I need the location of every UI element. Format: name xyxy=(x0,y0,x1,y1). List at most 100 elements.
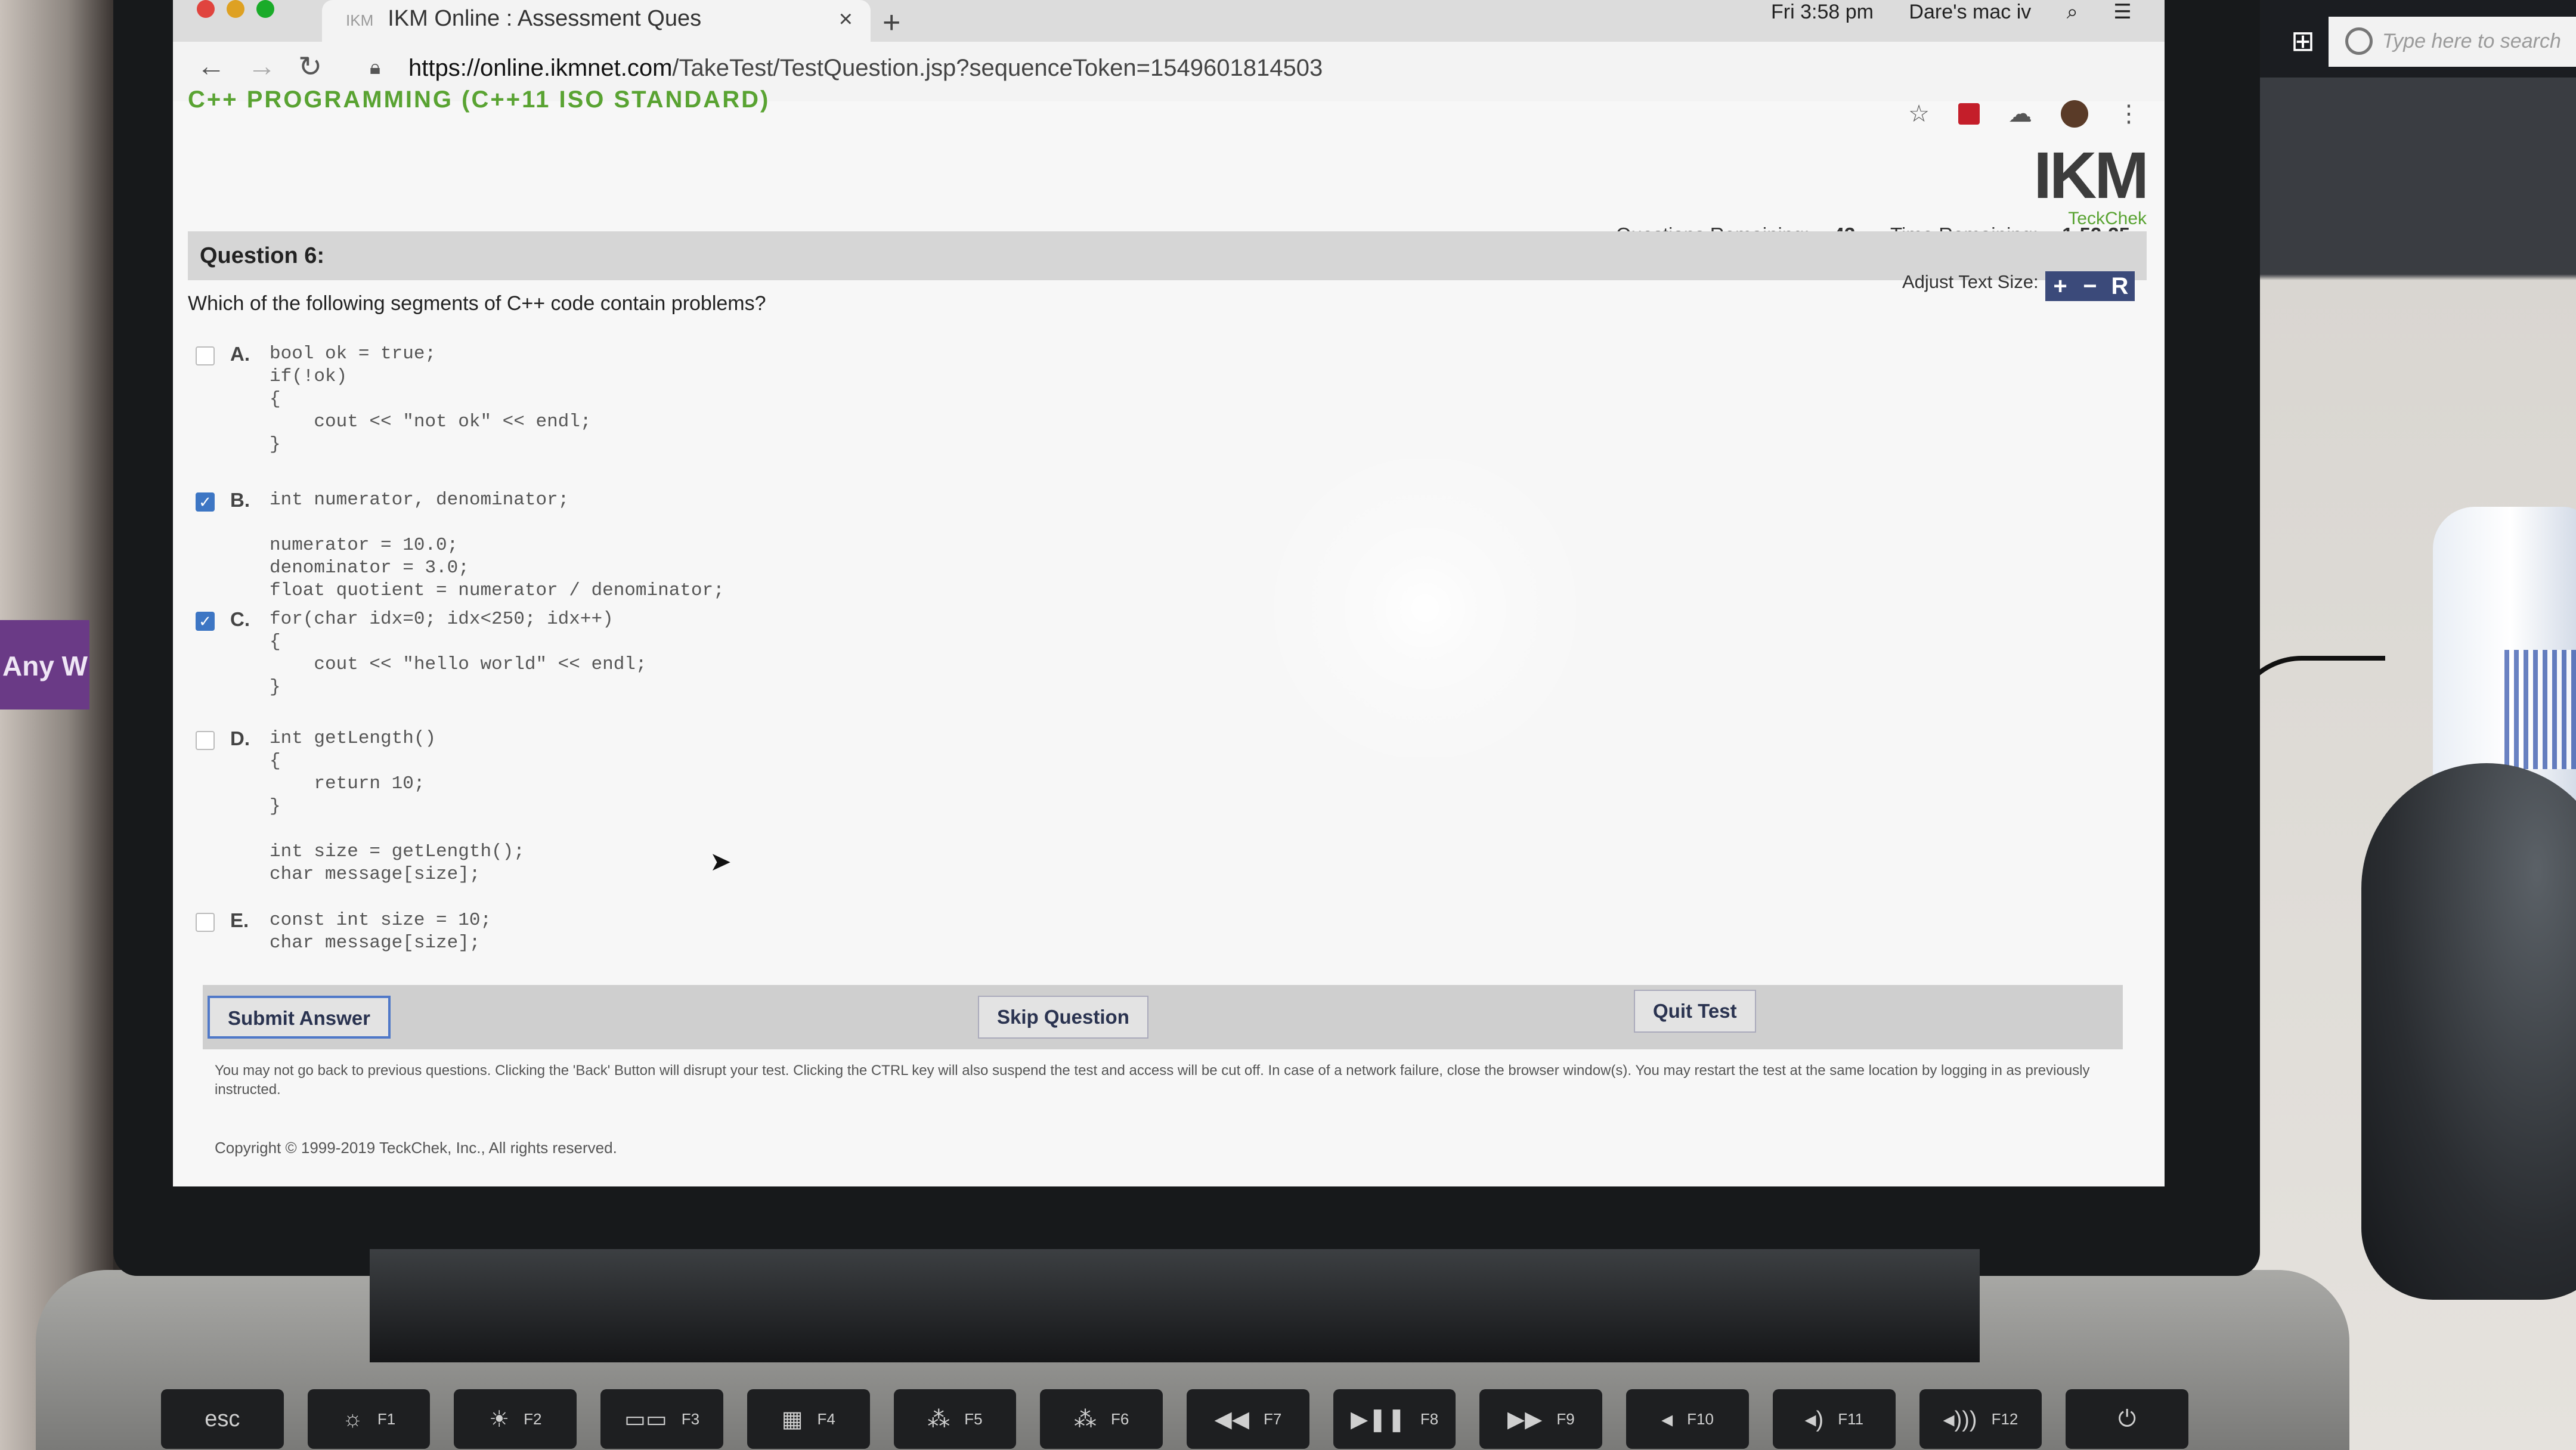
screen-glare xyxy=(1187,459,1664,757)
ikm-logo: IKM TeckChek xyxy=(2015,139,2149,229)
favicon-icon: IKM xyxy=(346,11,374,29)
f4-key[interactable]: ▦ F4 xyxy=(747,1389,870,1449)
option-c[interactable]: ✓ C. for(char idx=0; idx<250; idx++) { c… xyxy=(196,608,647,699)
bookmark-star-icon[interactable]: ☆ xyxy=(1908,100,1930,128)
volume-up-icon: ◂))) xyxy=(1943,1406,1977,1432)
notification-center-icon[interactable]: ☰ xyxy=(2113,1,2131,23)
option-code: for(char idx=0; idx<250; idx++) { cout <… xyxy=(270,609,647,698)
option-letter: A. xyxy=(230,343,250,365)
option-letter: C. xyxy=(230,608,250,630)
option-e[interactable]: E. const int size = 10; char message[siz… xyxy=(196,909,491,955)
tab-bar: IKM IKM Online : Assessment Ques × + Fri … xyxy=(173,0,2165,42)
test-page: C++ PROGRAMMING (C++11 ISO STANDARD) ☆ ☁… xyxy=(173,86,2165,1186)
power-key[interactable]: ⏻ xyxy=(2066,1389,2189,1449)
windows-search-box[interactable]: Type here to search xyxy=(2329,17,2576,67)
quit-test-button[interactable]: Quit Test xyxy=(1634,990,1756,1033)
text-size-decrease-button[interactable]: − xyxy=(2075,271,2105,301)
fast-forward-icon: ▶▶ xyxy=(1507,1406,1543,1432)
address-bar[interactable]: https://online.ikmnet.com/TakeTest/TestQ… xyxy=(408,55,1323,82)
option-d[interactable]: D. int getLength() { return 10; } int si… xyxy=(196,727,525,886)
new-tab-icon[interactable]: + xyxy=(883,5,900,41)
option-a[interactable]: A. bool ok = true; if(!ok) { cout << "no… xyxy=(196,343,592,456)
f5-key[interactable]: ⁂ F5 xyxy=(893,1389,1017,1449)
toolbar-icons: ☆ ☁ ⋮ xyxy=(1908,100,2141,128)
text-size-reset-button[interactable]: R xyxy=(2105,271,2135,301)
option-code: bool ok = true; if(!ok) { cout << "not o… xyxy=(270,343,592,455)
desk-left xyxy=(0,0,113,1450)
laptop-screen: IKM IKM Online : Assessment Ques × + Fri … xyxy=(173,0,2165,1186)
f7-key[interactable]: ◀◀ F7 xyxy=(1187,1389,1309,1449)
question-text: Which of the following segments of C++ c… xyxy=(188,292,766,315)
kbd-light-down-icon: ⁂ xyxy=(927,1406,950,1432)
mac-menubar: Fri 3:58 pm Dare's mac iv ⌕ ☰ xyxy=(1771,0,2162,24)
option-d-checkbox[interactable] xyxy=(196,731,215,750)
esc-key[interactable]: esc xyxy=(161,1389,284,1449)
skip-question-button[interactable]: Skip Question xyxy=(978,996,1148,1039)
brightness-up-icon: ☀ xyxy=(489,1406,510,1432)
f2-key[interactable]: ☀ F2 xyxy=(454,1389,577,1449)
close-tab-icon[interactable]: × xyxy=(839,6,853,33)
tab-ikm-online[interactable]: IKM IKM Online : Assessment Ques × xyxy=(322,0,871,42)
laptop-hinge xyxy=(370,1249,1980,1362)
lock-icon: 🔒︎ xyxy=(370,56,381,79)
menubar-user[interactable]: Dare's mac iv xyxy=(1909,1,2031,23)
copyright: Copyright © 1999-2019 TeckChek, Inc., Al… xyxy=(215,1139,617,1157)
cortana-icon xyxy=(2345,27,2373,55)
forward-icon[interactable]: → xyxy=(247,50,276,83)
mute-icon: ◂ xyxy=(1661,1406,1673,1432)
minimize-window-icon[interactable] xyxy=(227,0,244,18)
option-letter: D. xyxy=(230,727,250,749)
question-header: Question 6: xyxy=(188,231,2147,280)
f6-key[interactable]: ⁂ F6 xyxy=(1040,1389,1163,1449)
option-code: const int size = 10; char message[size]; xyxy=(270,910,492,953)
volume-down-icon: ◂) xyxy=(1804,1406,1824,1432)
launchpad-icon: ▦ xyxy=(781,1406,803,1432)
kbd-light-up-icon: ⁂ xyxy=(1074,1406,1097,1432)
zoom-window-icon[interactable] xyxy=(256,0,274,18)
f11-key[interactable]: ◂) F11 xyxy=(1772,1389,1896,1449)
option-c-checkbox[interactable]: ✓ xyxy=(196,612,215,631)
extension-icon[interactable] xyxy=(1958,103,1980,125)
f3-key[interactable]: ▭▭ F3 xyxy=(600,1389,723,1449)
adjust-text-label: Adjust Text Size: xyxy=(1902,271,2039,292)
option-e-checkbox[interactable] xyxy=(196,913,215,932)
f12-key[interactable]: ◂))) F12 xyxy=(1919,1389,2042,1449)
f9-key[interactable]: ▶▶ F9 xyxy=(1479,1389,1603,1449)
f8-key[interactable]: ▶❚❚ F8 xyxy=(1333,1389,1456,1449)
question-title: Question 6: xyxy=(200,243,325,268)
windows-start-icon[interactable]: ⊞ xyxy=(2279,18,2327,66)
adjust-text-buttons: + − R xyxy=(2045,271,2135,301)
test-notice: You may not go back to previous question… xyxy=(215,1062,2090,1098)
text-size-increase-button[interactable]: + xyxy=(2045,271,2075,301)
option-code: int getLength() { return 10; } int size … xyxy=(270,728,525,885)
reload-icon[interactable]: ↻ xyxy=(298,50,322,83)
course-title: C++ PROGRAMMING (C++11 ISO STANDARD) xyxy=(188,86,770,113)
logo-wordmark: IKM xyxy=(2033,139,2149,212)
option-a-checkbox[interactable] xyxy=(196,346,215,365)
action-bar: Submit Answer Skip Question Quit Test xyxy=(203,985,2123,1049)
search-placeholder: Type here to search xyxy=(2382,30,2561,52)
speaker xyxy=(2361,763,2576,1300)
option-b[interactable]: ✓ B. int numerator, denominator; numerat… xyxy=(196,489,724,602)
spotlight-icon[interactable]: ⌕ xyxy=(2067,1,2078,23)
f1-key[interactable]: ☼ F1 xyxy=(307,1389,431,1449)
profile-avatar[interactable] xyxy=(2061,100,2088,128)
mouse-cursor-icon: ➤ xyxy=(710,847,732,876)
back-icon[interactable]: ← xyxy=(197,50,225,83)
close-window-icon[interactable] xyxy=(197,0,215,18)
submit-answer-button[interactable]: Submit Answer xyxy=(208,996,391,1039)
menu-dots-icon[interactable]: ⋮ xyxy=(2117,100,2141,128)
play-pause-icon: ▶❚❚ xyxy=(1350,1406,1406,1432)
option-b-checkbox[interactable]: ✓ xyxy=(196,492,215,512)
option-letter: E. xyxy=(230,909,249,931)
f10-key[interactable]: ◂ F10 xyxy=(1626,1389,1749,1449)
mission-control-icon: ▭▭ xyxy=(624,1406,667,1432)
power-icon: ⏻ xyxy=(2118,1406,2137,1432)
sticker: Any W xyxy=(0,620,89,709)
menubar-clock[interactable]: Fri 3:58 pm xyxy=(1771,1,1874,23)
bottle-label xyxy=(2504,650,2576,769)
cloud-extension-icon[interactable]: ☁ xyxy=(2008,100,2032,128)
brightness-down-icon: ☼ xyxy=(342,1406,363,1432)
function-key-row: esc ☼ F1 ☀ F2 ▭▭ F3 ▦ F4 ⁂ F5 ⁂ F6 ◀◀ F7 ▶❚❚ F8 … xyxy=(161,1389,2189,1450)
rewind-icon: ◀◀ xyxy=(1214,1406,1249,1432)
